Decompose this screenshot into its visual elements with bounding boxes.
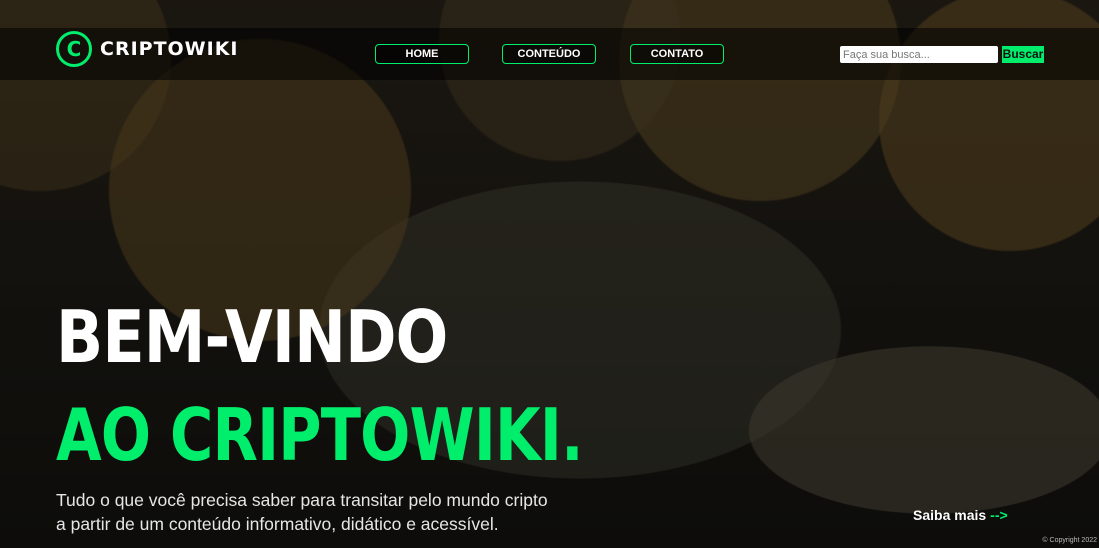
logo-icon: C bbox=[56, 31, 92, 67]
hero-description: Tudo o que você precisa saber para trans… bbox=[56, 488, 576, 536]
nav-contato-button[interactable]: CONTATO bbox=[630, 44, 724, 64]
hero-description-line2: a partir de um conteúdo informativo, did… bbox=[56, 514, 499, 534]
nav-conteudo-button[interactable]: CONTEÚDO bbox=[502, 44, 596, 64]
logo[interactable]: C CRIPTOWIKI bbox=[56, 31, 239, 67]
copyright-text: © Copyright 2022 bbox=[1042, 537, 1097, 544]
brand-name: CRIPTOWIKI bbox=[100, 38, 239, 60]
hero-title-line1: BEM-VINDO bbox=[56, 295, 448, 379]
saiba-mais-label: Saiba mais bbox=[913, 507, 987, 523]
hero-description-line1: Tudo o que você precisa saber para trans… bbox=[56, 490, 548, 510]
search-button[interactable]: Buscar bbox=[1002, 46, 1044, 63]
hero-title-line2: AO CRIPTOWIKI. bbox=[56, 393, 584, 477]
search-input[interactable] bbox=[840, 46, 998, 63]
saiba-mais-link[interactable]: Saiba mais --> bbox=[913, 507, 1008, 523]
nav-home-button[interactable]: HOME bbox=[375, 44, 469, 64]
arrow-right-icon: --> bbox=[990, 507, 1008, 523]
